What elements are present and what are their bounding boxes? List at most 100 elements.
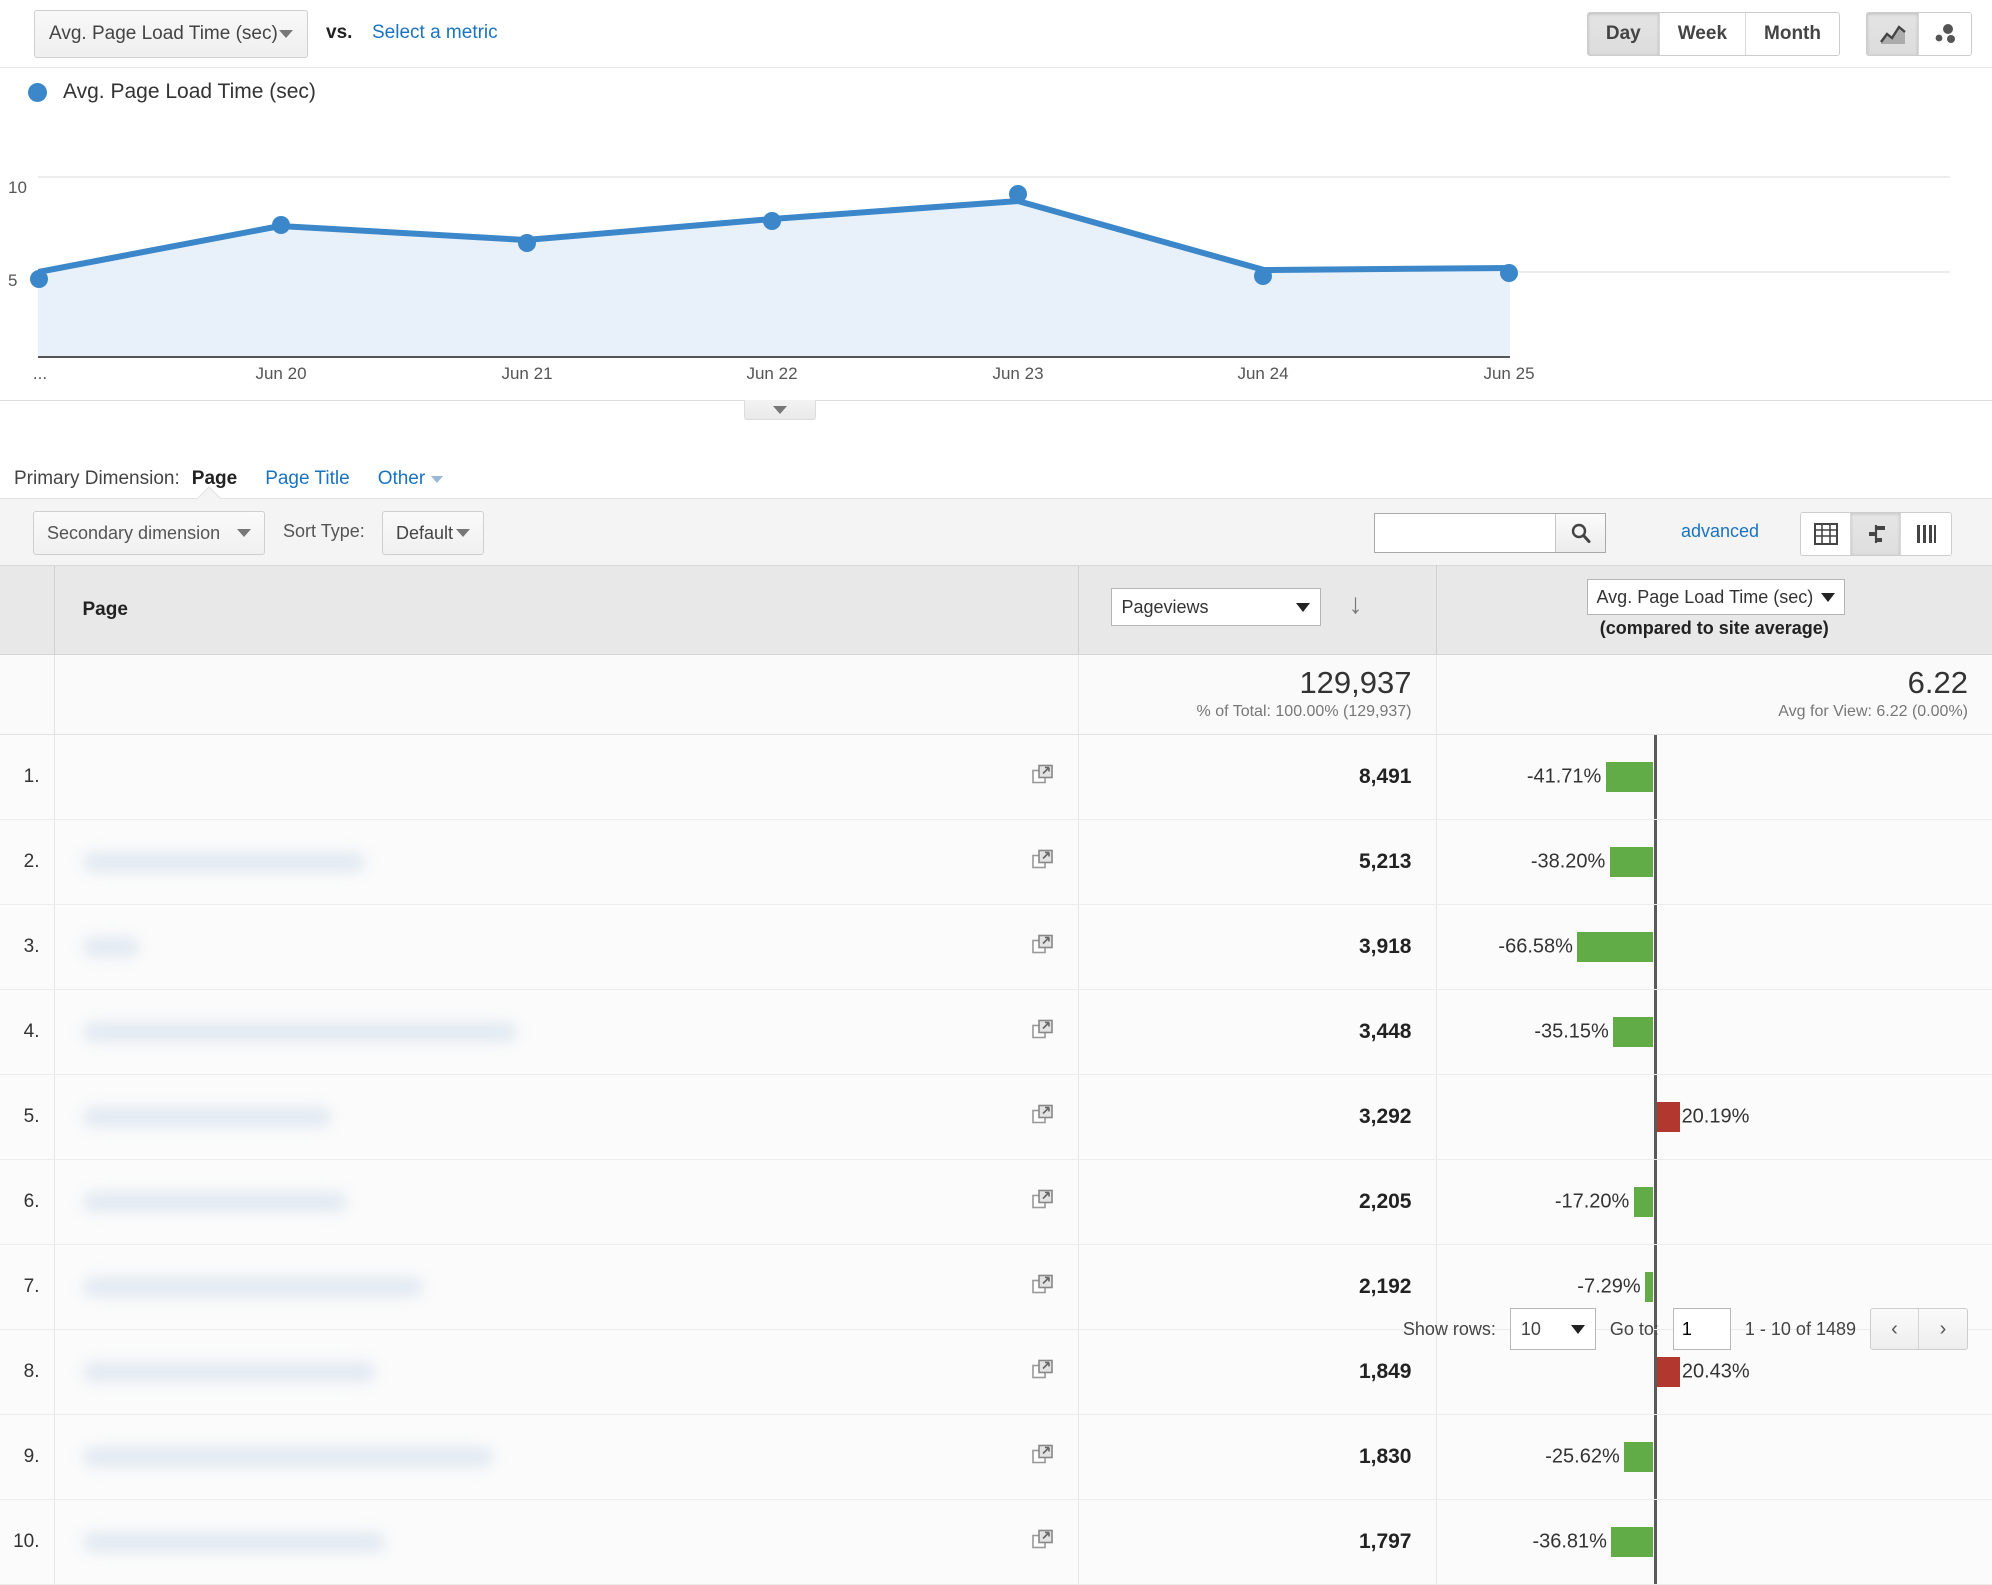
search-button[interactable]	[1555, 514, 1605, 552]
row-page-cell[interactable]	[54, 1499, 1078, 1584]
redacted-page-path	[83, 1362, 375, 1382]
chevron-down-icon	[456, 529, 470, 537]
chart-area: Avg. Page Load Time (sec) 10 5 ... Jun 2…	[0, 68, 1992, 398]
secondary-dimension-select[interactable]: Secondary dimension	[33, 511, 265, 555]
table-row[interactable]: 2.5,213-38.20%	[0, 819, 1992, 904]
advanced-link[interactable]: advanced	[1681, 521, 1759, 542]
metric-bar: Avg. Page Load Time (sec) vs. Select a m…	[0, 0, 1992, 68]
alt-metric-select[interactable]: Avg. Page Load Time (sec)	[1587, 579, 1845, 615]
row-page-cell[interactable]	[54, 1074, 1078, 1159]
totals-pageviews-sub: % of Total: 100.00% (129,937)	[1079, 703, 1412, 721]
chevron-down-icon	[1296, 603, 1310, 612]
open-in-new-window-icon[interactable]	[1032, 763, 1054, 790]
next-page-button[interactable]: ›	[1919, 1309, 1967, 1349]
row-pageviews: 1,797	[1078, 1499, 1436, 1584]
primary-dimension-bar: Primary Dimension: Page Page Title Other	[0, 455, 1992, 503]
sort-type-value: Default	[396, 523, 456, 544]
open-in-new-window-icon[interactable]	[1032, 1103, 1054, 1130]
open-in-new-window-icon[interactable]	[1032, 933, 1054, 960]
row-comparison-cell: -36.81%	[1436, 1499, 1992, 1584]
row-page-cell[interactable]	[54, 989, 1078, 1074]
sort-descending-icon[interactable]: ↓	[1349, 590, 1363, 618]
primary-dimension-other[interactable]: Other	[378, 468, 444, 490]
header-page-cell[interactable]: Page	[54, 566, 1078, 654]
table-row[interactable]: 4.3,448-35.15%	[0, 989, 1992, 1074]
comparison-bar	[1611, 1527, 1653, 1557]
primary-metric-select[interactable]: Avg. Page Load Time (sec)	[34, 10, 308, 58]
row-page-cell[interactable]	[54, 819, 1078, 904]
chart-legend: Avg. Page Load Time (sec)	[28, 80, 316, 104]
pivot-view-icon[interactable]	[1901, 513, 1951, 555]
row-pageviews: 2,205	[1078, 1159, 1436, 1244]
table-row[interactable]: 10. 1,797-36.81%	[0, 1499, 1992, 1584]
row-comparison-cell: -66.58%	[1436, 904, 1992, 989]
chevron-down-icon	[237, 529, 251, 537]
open-in-new-window-icon[interactable]	[1032, 1358, 1054, 1385]
row-page-cell[interactable]	[54, 1414, 1078, 1499]
comparison-zero-axis	[1654, 735, 1657, 819]
previous-page-button[interactable]: ‹	[1871, 1309, 1919, 1349]
x-axis-line	[38, 356, 1510, 358]
table-row[interactable]: 1.8,491-41.71%	[0, 734, 1992, 819]
comparison-bar	[1577, 932, 1653, 962]
granularity-day-button[interactable]: Day	[1588, 13, 1660, 55]
open-in-new-window-icon[interactable]	[1032, 1018, 1054, 1045]
totals-index-cell	[0, 654, 54, 734]
redacted-page-path	[83, 1022, 517, 1042]
row-comparison-cell: -41.71%	[1436, 734, 1992, 819]
row-page-cell[interactable]	[54, 1159, 1078, 1244]
search-input[interactable]	[1375, 514, 1555, 552]
secondary-dimension-label: Secondary dimension	[47, 523, 237, 544]
granularity-toggle-group: Day Week Month	[1587, 12, 1840, 56]
table-view-icon[interactable]	[1801, 513, 1851, 555]
open-in-new-window-icon[interactable]	[1032, 1273, 1054, 1300]
table-row[interactable]: 3.3,918-66.58%	[0, 904, 1992, 989]
row-pageviews: 3,292	[1078, 1074, 1436, 1159]
redacted-page-path	[83, 937, 139, 957]
y-axis-tick-10: 10	[8, 178, 27, 198]
comparison-zero-axis	[1654, 1500, 1657, 1584]
comparison-view-icon[interactable]	[1851, 513, 1901, 555]
row-page-cell[interactable]	[54, 734, 1078, 819]
table-row[interactable]: 9.1,830-25.62%	[0, 1414, 1992, 1499]
granularity-week-button[interactable]: Week	[1660, 13, 1746, 55]
line-chart-icon[interactable]	[1867, 13, 1919, 55]
row-comparison-cell: 20.19%	[1436, 1074, 1992, 1159]
open-in-new-window-icon[interactable]	[1032, 1528, 1054, 1555]
open-in-new-window-icon[interactable]	[1032, 1443, 1054, 1470]
primary-dimension-page-title[interactable]: Page Title	[265, 468, 350, 490]
table-totals-row: 129,937 % of Total: 100.00% (129,937) 6.…	[0, 654, 1992, 734]
table-header-row: Page Pageviews ↓ Avg. Page Load Time (se…	[0, 566, 1992, 654]
row-index: 4.	[0, 989, 54, 1074]
x-tick-3: Jun 22	[746, 364, 797, 384]
row-page-cell[interactable]	[54, 904, 1078, 989]
show-rows-select[interactable]: 10	[1510, 1308, 1596, 1350]
x-tick-2: Jun 21	[501, 364, 552, 384]
chart-collapse-handle[interactable]	[744, 400, 816, 420]
row-index: 10.	[0, 1499, 54, 1584]
goto-page-input[interactable]	[1673, 1308, 1731, 1350]
row-index: 5.	[0, 1074, 54, 1159]
primary-dimension-page[interactable]: Page	[192, 468, 237, 490]
header-alt-metric-cell: Avg. Page Load Time (sec) (compared to s…	[1436, 566, 1992, 654]
comparison-percent-label: -17.20%	[1555, 1190, 1630, 1213]
table-row[interactable]: 5. 3,29220.19%	[0, 1074, 1992, 1159]
open-in-new-window-icon[interactable]	[1032, 848, 1054, 875]
comparison-zero-axis	[1654, 1160, 1657, 1244]
motion-chart-icon[interactable]	[1919, 13, 1971, 55]
open-in-new-window-icon[interactable]	[1032, 1188, 1054, 1215]
sort-type-select[interactable]: Default	[382, 511, 484, 555]
pageviews-metric-select[interactable]: Pageviews	[1111, 588, 1321, 626]
select-a-metric-link[interactable]: Select a metric	[372, 22, 498, 44]
granularity-month-button[interactable]: Month	[1746, 13, 1839, 55]
chevron-down-icon	[431, 476, 443, 483]
chart-plot[interactable]	[38, 176, 1950, 356]
row-pageviews: 3,448	[1078, 989, 1436, 1074]
sort-type-label: Sort Type:	[283, 521, 365, 542]
x-axis-labels: ... Jun 20 Jun 21 Jun 22 Jun 23 Jun 24 J…	[0, 364, 1992, 394]
redacted-page-path	[83, 1107, 331, 1127]
table-row[interactable]: 6.2,205-17.20%	[0, 1159, 1992, 1244]
chevron-down-icon	[279, 30, 293, 38]
comparison-percent-label: 20.43%	[1682, 1360, 1750, 1383]
table-footer: Show rows: 10 Go to: 1 - 10 of 1489 ‹ ›	[0, 1300, 1992, 1358]
